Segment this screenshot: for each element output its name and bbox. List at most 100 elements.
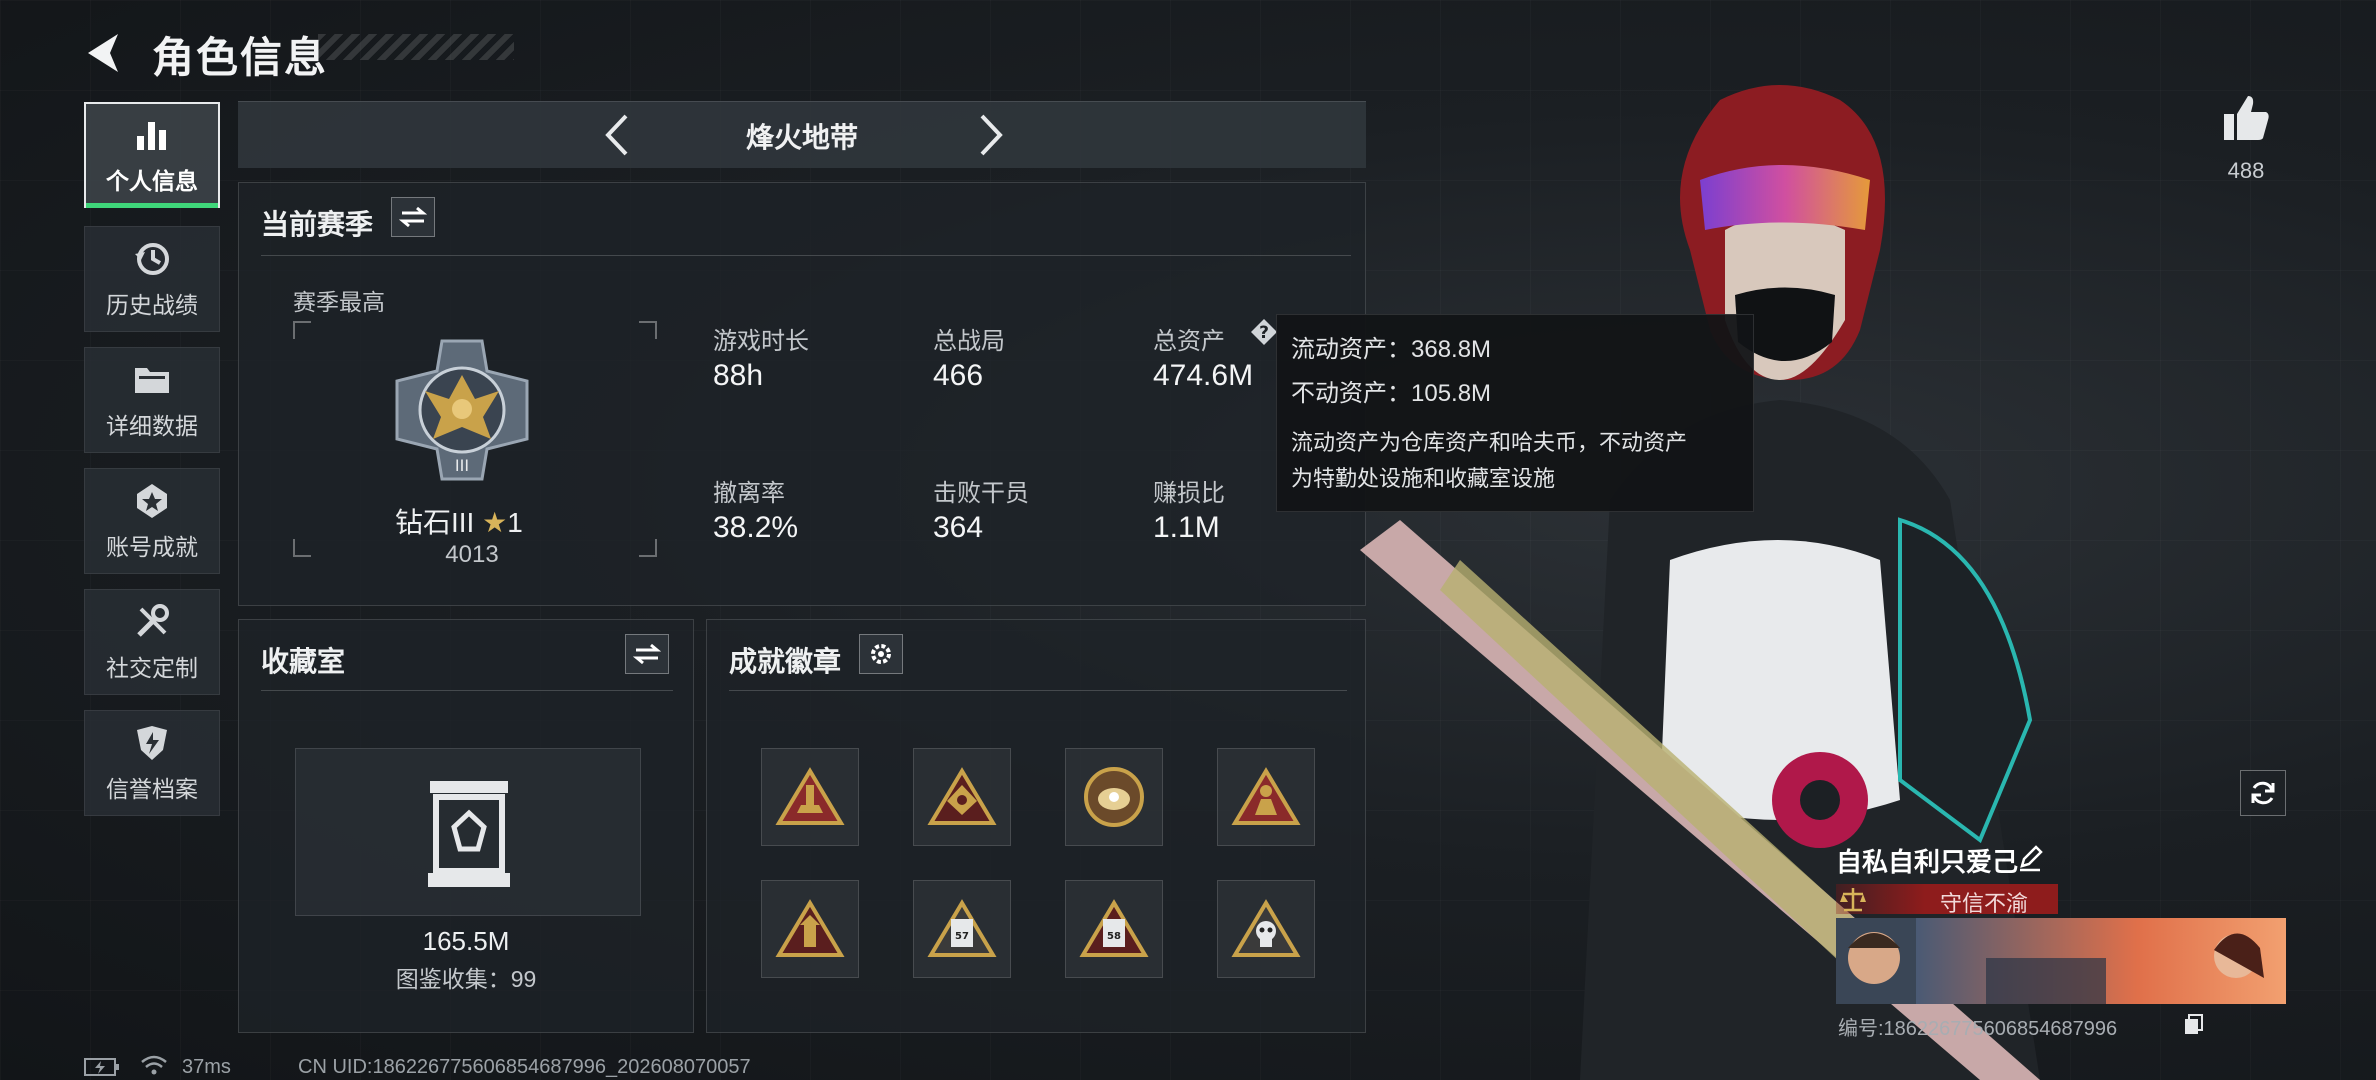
stat-label-playtime: 游戏时长: [713, 328, 809, 355]
display-case-icon: [428, 781, 510, 887]
tooltip-description-2: 为特勤处设施和收藏室设施: [1291, 466, 1556, 491]
tooltip-liquid-assets: 流动资产：368.8M: [1291, 336, 1492, 363]
stat-value-extract-rate: 38.2%: [713, 511, 799, 544]
divider: [261, 255, 1351, 256]
badges-title: 成就徽章: [729, 646, 842, 677]
bar-chart-icon: [137, 122, 166, 150]
tooltip-fixed-assets: 不动资产：105.8M: [1291, 380, 1492, 407]
collection-panel: 收藏室 165.5M 图鉴收集：99: [238, 619, 694, 1033]
gear-icon: [871, 644, 891, 664]
season-panel: 当前赛季 赛季最高 III 钻石III ★1 4013 游戏时长 88h 总战局…: [238, 182, 1366, 606]
badge-slot[interactable]: [913, 748, 1011, 846]
thumbs-up-icon[interactable]: [2220, 92, 2272, 144]
badge-slot[interactable]: [1217, 880, 1315, 978]
sidebar-item-label: 详细数据: [106, 413, 198, 439]
star-icon: ★: [482, 507, 508, 538]
stat-value-assets: 474.6M: [1153, 359, 1254, 392]
badges-panel: 成就徽章 57 58: [706, 619, 1366, 1033]
frame-corner: [293, 321, 311, 339]
stat-value-playtime: 88h: [713, 359, 764, 392]
title-decoration: [318, 34, 514, 60]
footer-uid: CN UID:18622677560685468​7996_2026080700…: [298, 1056, 751, 1078]
sidebar-item-social[interactable]: 社交定制: [84, 589, 220, 695]
shield-icon: [137, 726, 167, 760]
tower-badge-icon: [775, 899, 845, 957]
season-switch-button[interactable]: [391, 197, 435, 237]
card-badge-icon: 57: [927, 899, 997, 957]
sidebar-item-achievements[interactable]: 账号成就: [84, 468, 220, 574]
stat-label-matches: 总战局: [933, 328, 1005, 355]
stat-label-profit-ratio: 赚损比: [1153, 480, 1225, 507]
stat-value-kills: 364: [933, 511, 984, 544]
chevron-right-icon[interactable]: [964, 110, 1014, 160]
ping-value: 37ms: [182, 1056, 231, 1078]
tools-icon: [137, 604, 169, 637]
stat-value-profit-ratio: 1.1M: [1153, 511, 1220, 544]
season-title: 当前赛季: [261, 209, 374, 240]
badge-slot[interactable]: 58: [1065, 880, 1163, 978]
collection-preview[interactable]: [295, 748, 641, 916]
rank-stars: 1: [507, 507, 523, 538]
svg-text:III: III: [455, 456, 469, 475]
copy-icon[interactable]: [2182, 1012, 2206, 1036]
stat-label-extract-rate: 撤离率: [713, 480, 785, 507]
sidebar-item-label: 账号成就: [106, 534, 198, 560]
sidebar-item-detailed-data[interactable]: 详细数据: [84, 347, 220, 453]
sidebar-item-history[interactable]: 历史战绩: [84, 226, 220, 332]
badges-settings-button[interactable]: [859, 634, 903, 674]
tooltip-description-1: 流动资产为仓库资产和哈夫币，不动资产: [1291, 430, 1688, 455]
rocket-badge-icon: [775, 767, 845, 825]
edit-pencil-icon[interactable]: [2016, 844, 2044, 872]
badge-number: 57: [955, 931, 969, 942]
badge-slot[interactable]: 57: [913, 880, 1011, 978]
badge-slot[interactable]: [1065, 748, 1163, 846]
figure-badge-icon: [1231, 767, 1301, 825]
player-id: 编号:1862267756068546879​96: [1838, 1018, 2118, 1040]
divider: [729, 690, 1347, 691]
profile-banner[interactable]: [1836, 918, 2286, 1004]
sidebar-item-personal-info[interactable]: 个人信息: [84, 102, 220, 208]
swap-icon: [633, 643, 661, 665]
oyster-badge-icon: [1084, 767, 1144, 827]
frame-corner: [639, 321, 657, 339]
collection-value: 165.5M: [422, 926, 510, 956]
wifi-icon: [141, 1055, 167, 1075]
svg-text:?: ?: [1259, 323, 1269, 343]
skull-badge-icon: [1231, 899, 1301, 957]
player-name: 自私自利只爱己: [1836, 847, 2019, 877]
collection-switch-button[interactable]: [625, 634, 669, 674]
frame-corner: [293, 539, 311, 557]
badge-slot[interactable]: [1217, 748, 1315, 846]
diamond-rank-emblem-icon: III: [395, 339, 529, 481]
badge-slot[interactable]: [761, 748, 859, 846]
badge-slot[interactable]: [761, 880, 859, 978]
mode-title: 烽火地带: [745, 122, 858, 153]
card-badge-icon: 58: [1079, 899, 1149, 957]
stat-label-assets: 总资产: [1153, 328, 1225, 355]
credit-status: 守信不渝: [1940, 891, 2029, 916]
refresh-icon: [2251, 781, 2275, 805]
battery-icon: [84, 1058, 119, 1076]
badge-number: 58: [1107, 931, 1121, 942]
help-icon[interactable]: ?: [1249, 317, 1279, 347]
stat-value-matches: 466: [933, 359, 984, 392]
sidebar-item-credit[interactable]: 信誉档案: [84, 710, 220, 816]
divider: [261, 690, 673, 691]
rank-points: 4013: [445, 541, 499, 568]
collection-catalog: 图鉴收集：99: [395, 966, 537, 992]
rank-name: 钻石III: [395, 507, 475, 538]
stat-label-kills: 击败干员: [933, 480, 1029, 507]
achievement-icon: [137, 484, 167, 518]
folder-icon: [135, 368, 169, 393]
sidebar-item-label: 历史战绩: [106, 292, 198, 318]
sidebar-item-label: 信誉档案: [106, 776, 198, 802]
mode-selector: 烽火地带: [238, 101, 1366, 168]
season-best-label: 赛季最高: [293, 289, 385, 315]
rank-name-row: 钻石III ★1: [395, 501, 523, 541]
swap-icon: [399, 206, 427, 228]
refresh-button[interactable]: [2240, 770, 2286, 816]
frame-corner: [639, 539, 657, 557]
collection-title: 收藏室: [261, 646, 346, 677]
back-arrow-icon[interactable]: [80, 28, 130, 78]
page-title: 角色信息: [152, 34, 329, 81]
